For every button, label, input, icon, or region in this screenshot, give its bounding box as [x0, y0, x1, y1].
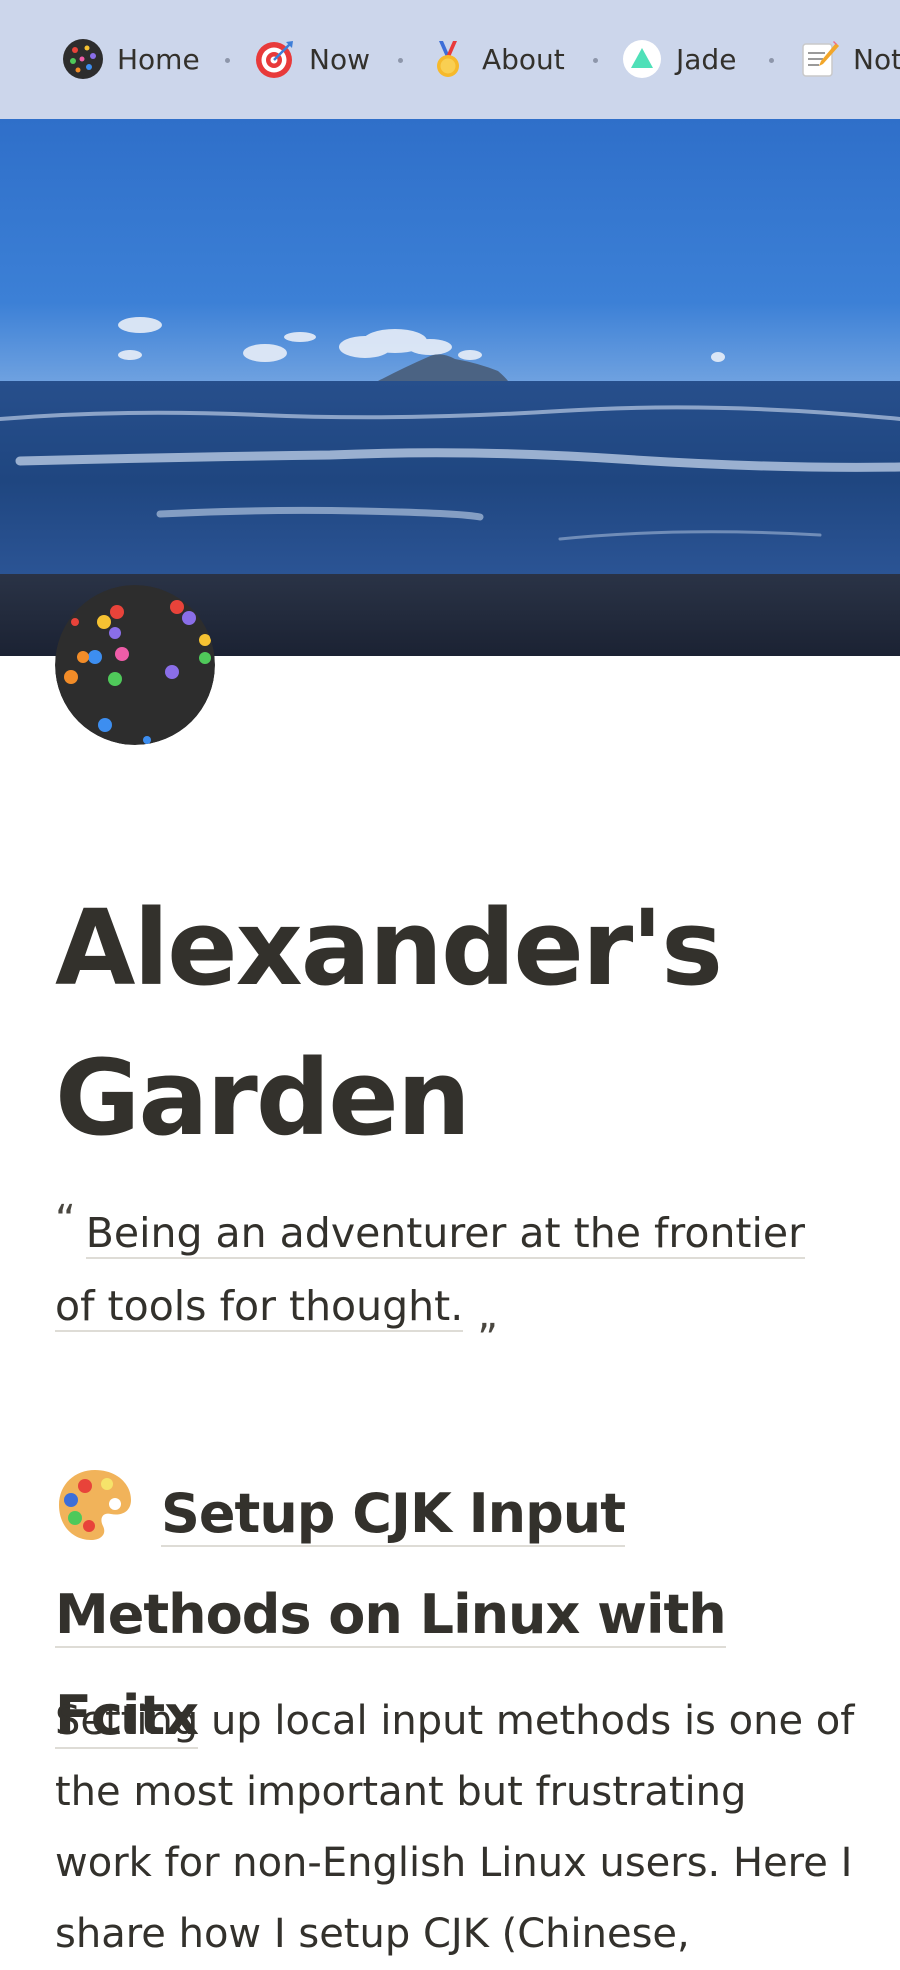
- post-excerpt: Setting up local input methods is one of…: [55, 1698, 855, 1957]
- nav-label-home: Home: [117, 42, 200, 76]
- memo-icon: [799, 39, 839, 79]
- nav-label-now: Now: [309, 42, 370, 76]
- hero-banner-image: [0, 119, 900, 656]
- nav-item-notes[interactable]: Notes: [799, 37, 900, 81]
- nav-separator: [593, 58, 598, 63]
- target-icon: [255, 39, 295, 79]
- nav-separator: [769, 58, 774, 63]
- jade-triangle-icon: [622, 39, 662, 79]
- page-title: Alexander's Garden: [55, 887, 723, 1159]
- nav-item-about[interactable]: About: [428, 37, 565, 81]
- confetti-dot-icon: [63, 39, 103, 79]
- tagline: “Being an adventurer at the frontier of …: [55, 1197, 855, 1343]
- avatar: [55, 585, 215, 745]
- nav-label-notes: Notes: [853, 42, 900, 76]
- top-navigation: Home Now About Jade No: [0, 0, 900, 120]
- nav-item-jade[interactable]: Jade: [622, 37, 736, 81]
- nav-label-jade: Jade: [676, 42, 737, 76]
- medal-icon: [428, 39, 468, 79]
- nav-item-home[interactable]: Home: [63, 37, 200, 81]
- nav-label-about: About: [482, 42, 565, 76]
- artist-palette-icon: [55, 1464, 135, 1544]
- close-quote-mark: „: [477, 1292, 498, 1338]
- tagline-text: Being an adventurer at the frontier of t…: [55, 1209, 805, 1332]
- open-quote-mark: “: [55, 1197, 76, 1243]
- nav-separator: [398, 58, 403, 63]
- nav-separator: [225, 58, 230, 63]
- nav-item-now[interactable]: Now: [255, 37, 370, 81]
